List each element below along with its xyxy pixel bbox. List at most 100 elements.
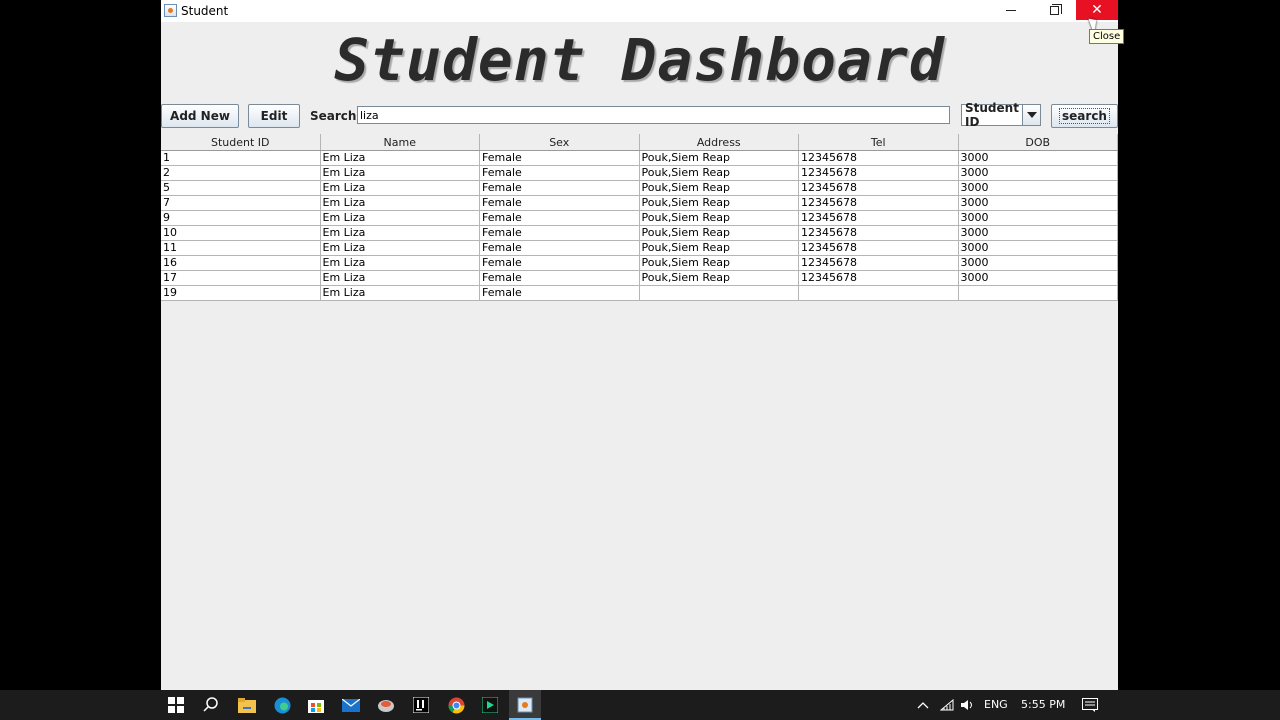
tray-volume[interactable]: [957, 695, 977, 715]
column-header-student-id[interactable]: Student ID: [161, 134, 321, 150]
table-row[interactable]: 16 Em Liza Female Pouk,Siem Reap 12345678 300…: [161, 256, 1118, 271]
column-header-sex[interactable]: Sex: [480, 134, 640, 150]
start-button[interactable]: [166, 695, 186, 715]
taskbar-java[interactable]: [515, 695, 535, 715]
cell-tel[interactable]: 12345678: [799, 211, 959, 225]
column-header-address[interactable]: Address: [640, 134, 799, 150]
cell-name[interactable]: Em Liza: [321, 211, 480, 225]
cell-sex[interactable]: Female: [480, 181, 640, 195]
search-input[interactable]: [357, 106, 950, 124]
cell-address[interactable]: Pouk,Siem Reap: [640, 196, 799, 210]
cell-sex[interactable]: Female: [480, 256, 640, 270]
cell-dob[interactable]: 3000: [959, 226, 1118, 240]
cell-name[interactable]: Em Liza: [321, 181, 480, 195]
minimize-button[interactable]: [990, 0, 1032, 20]
cell-tel[interactable]: 12345678: [799, 271, 959, 285]
cell-dob[interactable]: 3000: [959, 241, 1118, 255]
taskbar-chrome[interactable]: [446, 695, 466, 715]
table-row[interactable]: 7 Em Liza Female Pouk,Siem Reap 12345678 3000: [161, 196, 1118, 211]
cell-dob[interactable]: 3000: [959, 181, 1118, 195]
cell-student-id[interactable]: 9: [161, 211, 321, 225]
cell-tel[interactable]: 12345678: [799, 241, 959, 255]
cell-name[interactable]: Em Liza: [321, 241, 480, 255]
search-filter-dropdown-button[interactable]: [1022, 105, 1040, 125]
cell-sex[interactable]: Female: [480, 151, 640, 165]
cell-name[interactable]: Em Liza: [321, 226, 480, 240]
cell-name[interactable]: Em Liza: [321, 151, 480, 165]
cell-sex[interactable]: Female: [480, 196, 640, 210]
cell-address[interactable]: Pouk,Siem Reap: [640, 271, 799, 285]
cell-dob[interactable]: 3000: [959, 196, 1118, 210]
tray-clock[interactable]: 5:55 PM: [1021, 698, 1065, 711]
cell-dob[interactable]: 3000: [959, 211, 1118, 225]
tray-notifications[interactable]: [1080, 695, 1100, 715]
table-row[interactable]: 2 Em Liza Female Pouk,Siem Reap 12345678 3000: [161, 166, 1118, 181]
cell-sex[interactable]: Female: [480, 166, 640, 180]
cell-tel[interactable]: 12345678: [799, 181, 959, 195]
cell-dob[interactable]: 3000: [959, 271, 1118, 285]
taskbar-intellij[interactable]: [411, 695, 431, 715]
taskbar-store[interactable]: [306, 695, 326, 715]
search-button[interactable]: search: [1051, 104, 1118, 128]
cell-name[interactable]: Em Liza: [321, 286, 480, 300]
cell-tel[interactable]: [799, 286, 959, 300]
cell-address[interactable]: Pouk,Siem Reap: [640, 211, 799, 225]
cell-student-id[interactable]: 16: [161, 256, 321, 270]
table-row[interactable]: 5 Em Liza Female Pouk,Siem Reap 12345678 3000: [161, 181, 1118, 196]
taskbar-pycharm[interactable]: [480, 695, 500, 715]
cell-name[interactable]: Em Liza: [321, 166, 480, 180]
cell-student-id[interactable]: 11: [161, 241, 321, 255]
cell-name[interactable]: Em Liza: [321, 271, 480, 285]
cell-tel[interactable]: 12345678: [799, 256, 959, 270]
search-filter-select[interactable]: Student ID: [961, 101, 1041, 129]
cell-student-id[interactable]: 1: [161, 151, 321, 165]
column-header-tel[interactable]: Tel: [799, 134, 959, 150]
cell-name[interactable]: Em Liza: [321, 256, 480, 270]
cell-address[interactable]: Pouk,Siem Reap: [640, 181, 799, 195]
cell-sex[interactable]: Female: [480, 226, 640, 240]
table-row[interactable]: 9 Em Liza Female Pouk,Siem Reap 12345678 3000: [161, 211, 1118, 226]
cell-student-id[interactable]: 10: [161, 226, 321, 240]
taskbar-edge[interactable]: [272, 695, 292, 715]
cell-address[interactable]: Pouk,Siem Reap: [640, 256, 799, 270]
cell-dob[interactable]: 3000: [959, 151, 1118, 165]
close-button[interactable]: ✕: [1076, 0, 1118, 20]
cell-name[interactable]: Em Liza: [321, 196, 480, 210]
cell-tel[interactable]: 12345678: [799, 151, 959, 165]
table-row[interactable]: 11 Em Liza Female Pouk,Siem Reap 12345678 300…: [161, 241, 1118, 256]
cell-dob[interactable]: 3000: [959, 166, 1118, 180]
add-new-button[interactable]: Add New: [161, 104, 239, 128]
tray-network[interactable]: [937, 695, 957, 715]
cell-dob[interactable]: 3000: [959, 256, 1118, 270]
table-row[interactable]: 10 Em Liza Female Pouk,Siem Reap 12345678 300…: [161, 226, 1118, 241]
taskbar-file-explorer[interactable]: [237, 695, 257, 715]
cell-address[interactable]: [640, 286, 799, 300]
cell-address[interactable]: Pouk,Siem Reap: [640, 241, 799, 255]
cell-tel[interactable]: 12345678: [799, 196, 959, 210]
title-bar[interactable]: Student ✕: [161, 0, 1118, 22]
cell-student-id[interactable]: 2: [161, 166, 321, 180]
cell-tel[interactable]: 12345678: [799, 166, 959, 180]
table-row[interactable]: 1 Em Liza Female Pouk,Siem Reap 12345678 3000: [161, 151, 1118, 166]
cell-student-id[interactable]: 5: [161, 181, 321, 195]
tray-language[interactable]: ENG: [984, 698, 1008, 711]
column-header-name[interactable]: Name: [321, 134, 480, 150]
cell-sex[interactable]: Female: [480, 241, 640, 255]
table-row[interactable]: 19 Em Liza Female: [161, 286, 1118, 301]
cell-student-id[interactable]: 19: [161, 286, 321, 300]
taskbar-app[interactable]: [376, 695, 396, 715]
cell-tel[interactable]: 12345678: [799, 226, 959, 240]
cell-student-id[interactable]: 7: [161, 196, 321, 210]
taskbar-mail[interactable]: [341, 695, 361, 715]
cell-address[interactable]: Pouk,Siem Reap: [640, 166, 799, 180]
cell-address[interactable]: Pouk,Siem Reap: [640, 151, 799, 165]
cell-sex[interactable]: Female: [480, 286, 640, 300]
cell-student-id[interactable]: 17: [161, 271, 321, 285]
table-row[interactable]: 17 Em Liza Female Pouk,Siem Reap 12345678 300…: [161, 271, 1118, 286]
maximize-button[interactable]: [1033, 0, 1075, 20]
cell-sex[interactable]: Female: [480, 211, 640, 225]
cell-address[interactable]: Pouk,Siem Reap: [640, 226, 799, 240]
column-header-dob[interactable]: DOB: [959, 134, 1118, 150]
edit-button[interactable]: Edit: [248, 104, 300, 128]
taskbar-search-button[interactable]: [201, 695, 221, 715]
